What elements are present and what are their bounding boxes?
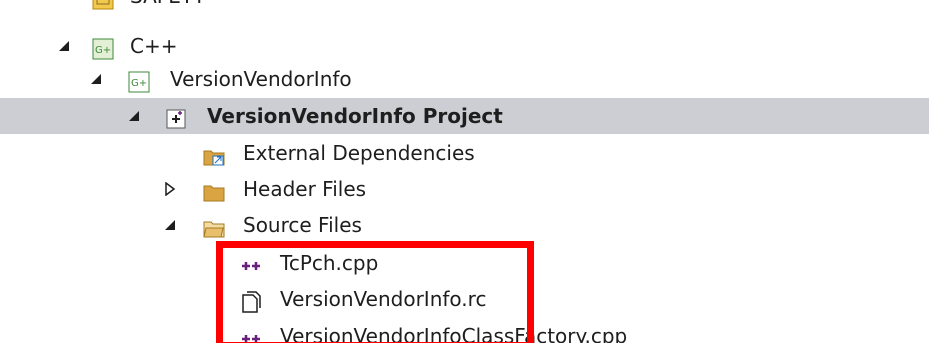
tree-item-safety[interactable]: SAFETY — [0, 0, 929, 14]
tree-item-label: Header Files — [243, 177, 367, 201]
open-folder-icon — [203, 214, 225, 238]
tree-item-label: C++ — [130, 34, 178, 58]
tree-item-external-dependencies[interactable]: External Dependencies — [0, 135, 929, 171]
vc-project-icon — [165, 105, 187, 129]
tree-item-label: TcPch.cpp — [280, 251, 379, 275]
cpp-project-icon: G+ — [128, 68, 150, 93]
tree-item-label: VersionVendorInfo — [170, 67, 352, 91]
cpp-folder-icon: G+ — [92, 35, 114, 60]
cpp-file-icon — [240, 252, 262, 274]
resource-file-icon — [240, 288, 262, 313]
tree-item-label: VersionVendorInfo.rc — [280, 287, 487, 311]
cpp-file-icon — [240, 325, 262, 343]
tree-item-source-files[interactable]: Source Files — [0, 207, 929, 243]
tree-item-versionvendorinfo[interactable]: G+ VersionVendorInfo — [0, 61, 929, 97]
tree-item-cpp[interactable]: G+ C++ — [0, 28, 929, 64]
tree-item-versionvendorinfoclassfactory-cpp[interactable]: VersionVendorInfoClassFactory.cpp — [0, 318, 929, 343]
tree-item-header-files[interactable]: Header Files — [0, 171, 929, 207]
expanded-arrow-icon[interactable] — [162, 207, 178, 243]
svg-text:G+: G+ — [95, 45, 111, 56]
collapsed-arrow-icon[interactable] — [162, 171, 178, 207]
external-dependencies-icon — [203, 142, 225, 166]
expanded-arrow-icon[interactable] — [56, 28, 72, 64]
tree-item-label: External Dependencies — [243, 141, 475, 165]
solution-explorer-tree: SAFETY G+ C++ G+ VersionVendorInfo — [0, 0, 929, 343]
tree-item-tcpch-cpp[interactable]: TcPch.cpp — [0, 245, 929, 281]
svg-text:G+: G+ — [131, 78, 147, 89]
tree-item-label: SAFETY — [130, 0, 205, 14]
tree-item-versionvendorinfo-rc[interactable]: VersionVendorInfo.rc — [0, 281, 929, 317]
safety-project-icon — [92, 0, 114, 10]
tree-item-label: Source Files — [243, 213, 362, 237]
tree-item-label: VersionVendorInfoClassFactory.cpp — [280, 324, 628, 343]
tree-item-label: VersionVendorInfo Project — [207, 104, 503, 128]
tree-item-versionvendorinfo-project[interactable]: VersionVendorInfo Project — [0, 98, 929, 134]
folder-icon — [203, 178, 225, 202]
expanded-arrow-icon[interactable] — [88, 61, 104, 97]
expanded-arrow-icon[interactable] — [126, 98, 142, 134]
